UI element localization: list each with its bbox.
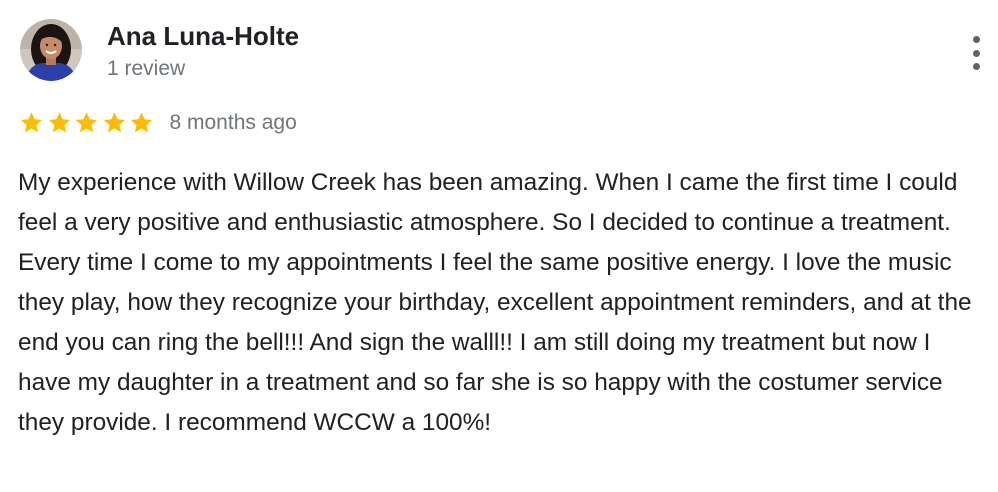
rating-row: 8 months ago [18, 108, 297, 138]
more-vertical-icon [972, 36, 980, 43]
reviewer-name[interactable]: Ana Luna-Holte [107, 19, 299, 53]
star-icon [46, 110, 73, 136]
more-vertical-icon-dot [972, 63, 980, 70]
star-icon [73, 110, 100, 136]
star-icon [101, 110, 128, 136]
star-icon [128, 110, 155, 136]
reviewer-avatar[interactable] [20, 19, 82, 81]
more-options-button[interactable] [962, 34, 990, 72]
star-icon [18, 110, 45, 136]
reviewer-review-count: 1 review [107, 57, 186, 80]
review-text: My experience with Willow Creek has been… [18, 169, 972, 436]
avatar-photo-icon [20, 19, 82, 81]
star-rating [18, 110, 156, 136]
more-vertical-icon-dot [972, 49, 980, 57]
review-card: Ana Luna-Holte 1 review 8 months ago My … [0, 0, 998, 492]
review-time: 8 months ago [169, 111, 297, 134]
